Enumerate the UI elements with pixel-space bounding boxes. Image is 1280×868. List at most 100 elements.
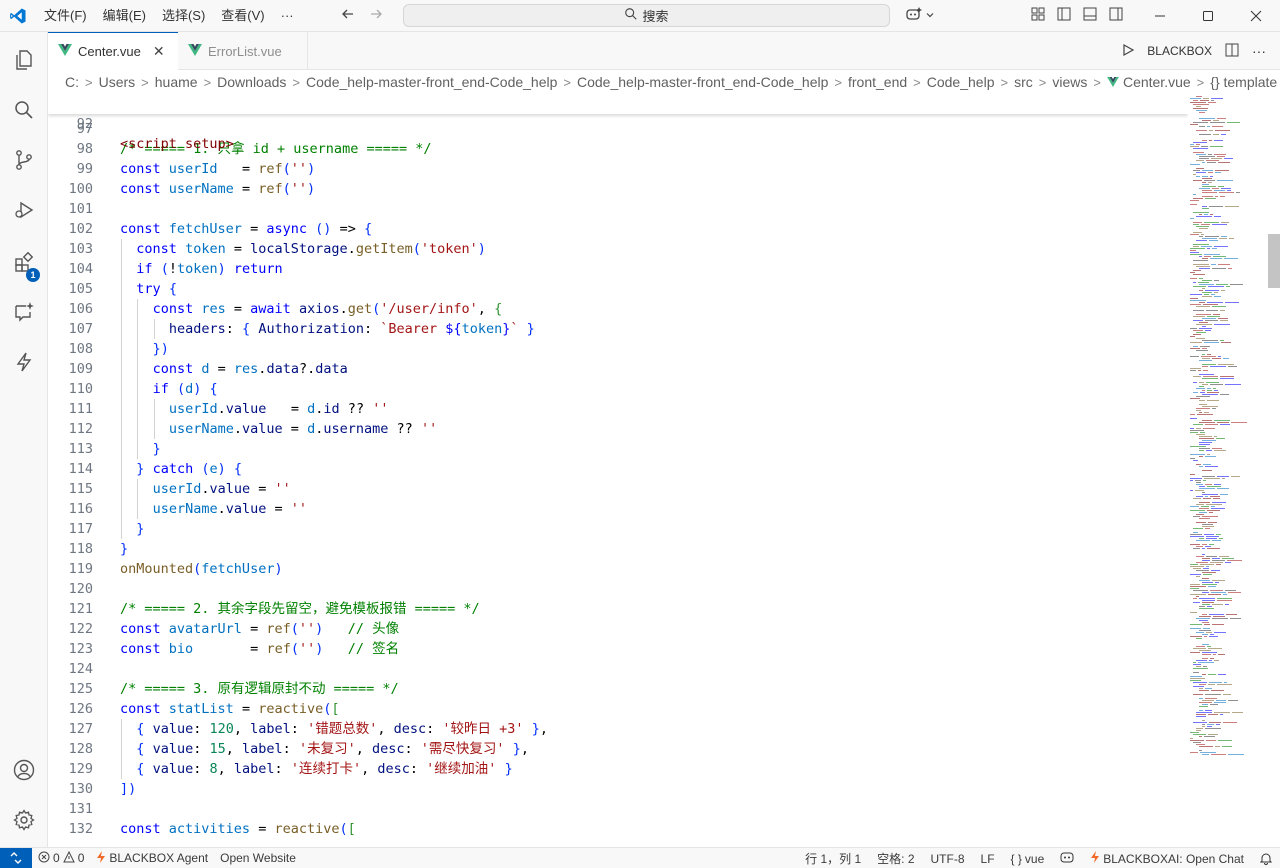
sidebar-left-icon[interactable] xyxy=(1056,6,1072,27)
code-line[interactable]: 117 } xyxy=(48,519,1188,539)
code-line[interactable]: 105 try { xyxy=(48,279,1188,299)
breadcrumb-item[interactable]: {} template xyxy=(1210,74,1277,90)
code-line[interactable]: 100 const userName = ref('') xyxy=(48,179,1188,199)
code-line[interactable]: 124 xyxy=(48,659,1188,679)
minimap-stroke xyxy=(1190,146,1199,147)
breadcrumb-item[interactable]: huame xyxy=(155,74,198,90)
sticky-scroll-line[interactable]: 92 <script setup> xyxy=(48,94,1188,152)
code-line[interactable]: 127 { value: 120, label: '错题总数', desc: '… xyxy=(48,719,1188,739)
code-line[interactable]: 115 userId.value = '' xyxy=(48,479,1188,499)
breadcrumb-item[interactable]: Center.vue xyxy=(1123,74,1191,90)
code-line[interactable]: 120 xyxy=(48,579,1188,599)
eol-status[interactable]: LF xyxy=(973,848,1003,868)
menu-edit[interactable]: 编辑(E) xyxy=(95,0,154,32)
code-line[interactable]: 109 const d = res.data?.data xyxy=(48,359,1188,379)
code-line[interactable]: 128 { value: 15, label: '未复习', desc: '需尽… xyxy=(48,739,1188,759)
code-editor[interactable]: 92 <script setup> 97 98/* ===== 1. 只拿 id … xyxy=(48,94,1188,847)
breadcrumb-item[interactable]: Users xyxy=(99,74,136,90)
blackbox-label[interactable]: BLACKBOX xyxy=(1147,44,1212,58)
account-icon[interactable] xyxy=(0,746,48,794)
code-line[interactable]: 114 } catch (e) { xyxy=(48,459,1188,479)
code-line[interactable]: 119 onMounted(fetchUser) xyxy=(48,559,1188,579)
menu-view[interactable]: 查看(V) xyxy=(213,0,272,32)
code-line[interactable]: 122 const avatarUrl = ref('') // 头像 xyxy=(48,619,1188,639)
arrow-right-icon[interactable] xyxy=(368,6,384,27)
vertical-scrollbar[interactable] xyxy=(1268,94,1280,847)
code-line[interactable]: 101 xyxy=(48,199,1188,219)
code-line[interactable]: 116 userName.value = '' xyxy=(48,499,1188,519)
open-website-status[interactable]: Open Website xyxy=(214,848,302,868)
layout-icon[interactable] xyxy=(1030,6,1046,27)
minimap-stroke xyxy=(1212,502,1226,503)
tab-errorlist-vue[interactable]: ErrorList.vue xyxy=(178,32,308,70)
code-line[interactable]: 102 const fetchUser = async () => { xyxy=(48,219,1188,239)
search-view-icon[interactable] xyxy=(0,86,48,134)
run-debug-icon[interactable] xyxy=(0,186,48,234)
tab-center-vue[interactable]: Center.vue ✕ xyxy=(48,32,178,70)
code-line[interactable]: 113 } xyxy=(48,439,1188,459)
minimap-stroke xyxy=(1190,454,1205,455)
minimap[interactable] xyxy=(1188,94,1268,847)
extensions-icon[interactable]: 1 xyxy=(0,238,48,286)
menu-more[interactable]: ··· xyxy=(273,0,302,32)
code-line[interactable]: 99 const userId = ref('') xyxy=(48,159,1188,179)
indentation-status[interactable]: 空格: 2 xyxy=(869,848,922,868)
bolt-icon[interactable] xyxy=(0,338,48,386)
maximize-icon[interactable] xyxy=(1184,0,1232,32)
code-line[interactable]: 110 if (d) { xyxy=(48,379,1188,399)
menu-selection[interactable]: 选择(S) xyxy=(154,0,213,32)
breadcrumb-item[interactable]: src xyxy=(1014,74,1033,90)
close-icon[interactable] xyxy=(1232,0,1280,32)
problems-status[interactable]: 0 0 xyxy=(32,848,90,868)
code-line[interactable]: 112 userName.value = d.username ?? '' xyxy=(48,419,1188,439)
indent-guide xyxy=(121,299,122,319)
minimize-icon[interactable] xyxy=(1136,0,1184,32)
settings-gear-icon[interactable] xyxy=(0,796,48,844)
code-line[interactable]: 111 userId.value = d.id ?? '' xyxy=(48,399,1188,419)
code-line[interactable]: 126 const statList = reactive([ xyxy=(48,699,1188,719)
breadcrumb-item[interactable]: Downloads xyxy=(217,74,286,90)
command-center-search[interactable]: 搜索 xyxy=(403,4,890,27)
breadcrumb-item[interactable]: views xyxy=(1052,74,1087,90)
breadcrumb-item[interactable]: Code_help-master-front_end-Code_help xyxy=(577,74,828,90)
code-line[interactable]: 104 if (!token) return xyxy=(48,259,1188,279)
cursor-position[interactable]: 行 1，列 1 xyxy=(797,848,869,868)
blackbox-chat-status[interactable]: BLACKBOXAI: Open Chat xyxy=(1082,848,1252,868)
run-icon[interactable] xyxy=(1121,43,1135,60)
code-line[interactable]: 108 }) xyxy=(48,339,1188,359)
close-tab-icon[interactable]: ✕ xyxy=(153,43,165,60)
code-line[interactable]: 106 const res = await axios.get('/user/i… xyxy=(48,299,1188,319)
bell-icon[interactable] xyxy=(1252,848,1280,868)
code-line[interactable]: 121 /* ===== 2. 其余字段先留空，避免模板报错 ===== */ xyxy=(48,599,1188,619)
panel-icon[interactable] xyxy=(1082,6,1098,27)
language-status[interactable]: { } vue xyxy=(1003,848,1053,868)
encoding-status[interactable]: UTF-8 xyxy=(923,848,973,868)
split-editor-icon[interactable] xyxy=(1224,42,1240,61)
code-line[interactable]: 118} xyxy=(48,539,1188,559)
code-line[interactable]: 107 headers: { Authorization: `Bearer ${… xyxy=(48,319,1188,339)
breadcrumb-item[interactable]: Code_help xyxy=(927,74,995,90)
code-line[interactable]: 123 const bio = ref('') // 签名 xyxy=(48,639,1188,659)
code-line[interactable]: 103 const token = localStorage.getItem('… xyxy=(48,239,1188,259)
breadcrumb-item[interactable]: Code_help-master-front_end-Code_help xyxy=(306,74,557,90)
explorer-icon[interactable] xyxy=(0,36,48,84)
minimap-stroke xyxy=(1190,474,1195,475)
copilot-status[interactable] xyxy=(1052,848,1082,868)
source-control-icon[interactable] xyxy=(0,136,48,184)
code-line[interactable]: 125 /* ===== 3. 原有逻辑原封不动 ===== */ xyxy=(48,679,1188,699)
code-line[interactable]: 129 { value: 8, label: '连续打卡', desc: '继续… xyxy=(48,759,1188,779)
breadcrumb-item[interactable]: front_end xyxy=(848,74,907,90)
code-line[interactable]: 131 xyxy=(48,799,1188,819)
remote-icon[interactable] xyxy=(0,847,32,868)
arrow-left-icon[interactable] xyxy=(340,6,356,27)
blackbox-agent-status[interactable]: BLACKBOX Agent xyxy=(90,848,214,868)
copilot-menu[interactable] xyxy=(905,0,935,32)
breadcrumb-item[interactable]: C: xyxy=(65,74,79,90)
more-icon[interactable]: ··· xyxy=(1252,43,1266,59)
sidebar-right-icon[interactable] xyxy=(1108,6,1124,27)
chat-icon[interactable] xyxy=(0,288,48,336)
scrollbar-thumb[interactable] xyxy=(1268,234,1280,288)
menu-file[interactable]: 文件(F) xyxy=(36,0,95,32)
code-line[interactable]: 130]) xyxy=(48,779,1188,799)
code-line[interactable]: 132 const activities = reactive([ xyxy=(48,819,1188,839)
